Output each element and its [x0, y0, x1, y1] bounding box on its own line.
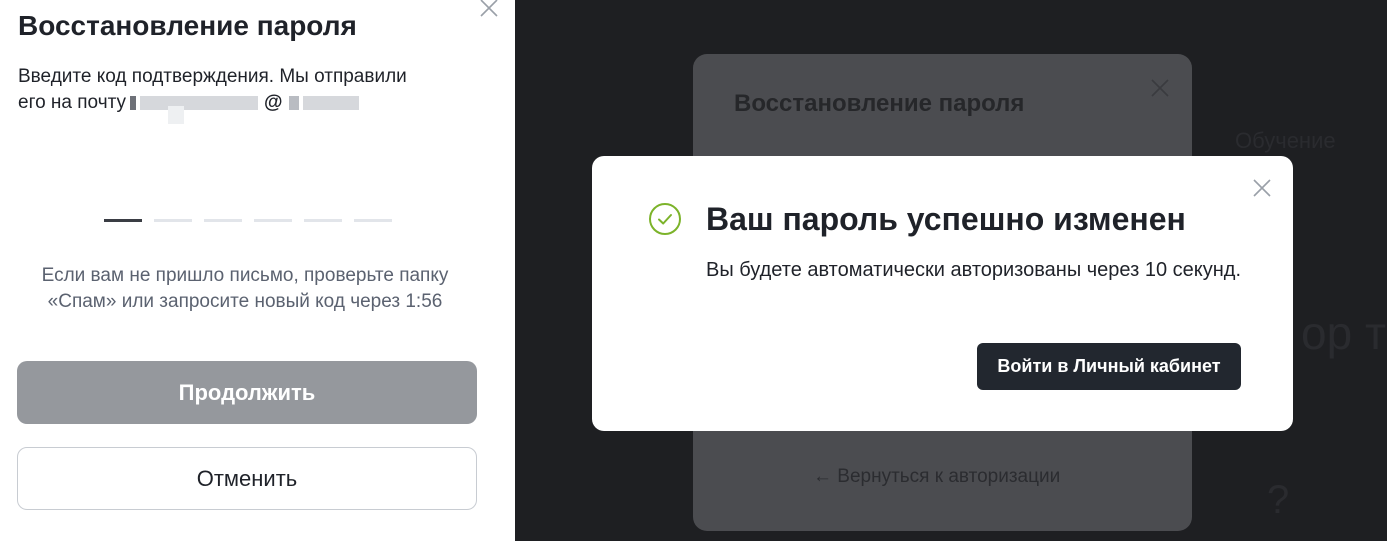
close-icon	[1151, 79, 1169, 97]
check-circle-icon	[649, 203, 681, 235]
code-instructions: Введите код подтверждения. Мы отправили …	[18, 64, 478, 116]
resend-hint-line-2: «Спам» или запросите новый код через 1:5…	[47, 291, 443, 312]
masked-email-local	[140, 96, 259, 110]
cancel-button[interactable]: Отменить	[17, 447, 477, 510]
password-changed-modal: Ваш пароль успешно изменен Вы будете авт…	[592, 156, 1293, 431]
code-input[interactable]	[104, 219, 392, 222]
code-digit-slot[interactable]	[254, 219, 292, 222]
instructions-line-1: Введите код подтверждения. Мы отправили	[18, 66, 407, 87]
page-title: Восстановление пароля	[18, 10, 357, 41]
close-icon[interactable]	[477, 0, 501, 20]
email-line: его на почту @	[18, 90, 478, 116]
close-icon[interactable]	[1250, 176, 1274, 200]
masked-email-domain	[302, 96, 359, 110]
code-digit-slot[interactable]	[204, 219, 242, 222]
password-recovery-panel: Восстановление пароля Введите код подтве…	[0, 0, 515, 541]
login-to-account-button[interactable]: Войти в Личный кабинет	[977, 343, 1241, 390]
continue-button[interactable]: Продолжить	[17, 361, 477, 424]
background-card-title: Восстановление пароля	[734, 90, 1025, 117]
instructions-line-2: его на почту	[18, 92, 127, 113]
resend-hint-line-1: Если вам не пришло письмо, проверьте пап…	[41, 265, 449, 286]
background-text: ?	[1267, 478, 1290, 522]
masked-email-char	[288, 96, 299, 110]
background-text: Обучение	[1235, 128, 1336, 153]
modal-message: Вы будете автоматически авторизованы чер…	[706, 259, 1241, 281]
resend-hint: Если вам не пришло письмо, проверьте пап…	[0, 263, 490, 315]
email-at-sign: @	[264, 92, 283, 113]
email-mask-block	[168, 106, 184, 124]
code-digit-slot[interactable]	[154, 219, 192, 222]
code-digit-slot[interactable]	[304, 219, 342, 222]
back-to-login-link: ← Вернуться к авторизации	[813, 466, 1061, 487]
modal-title: Ваш пароль успешно изменен	[706, 201, 1186, 237]
code-digit-slot[interactable]	[104, 219, 142, 222]
background-text: ор те	[1301, 307, 1387, 359]
masked-email-char	[130, 96, 137, 110]
code-digit-slot[interactable]	[354, 219, 392, 222]
